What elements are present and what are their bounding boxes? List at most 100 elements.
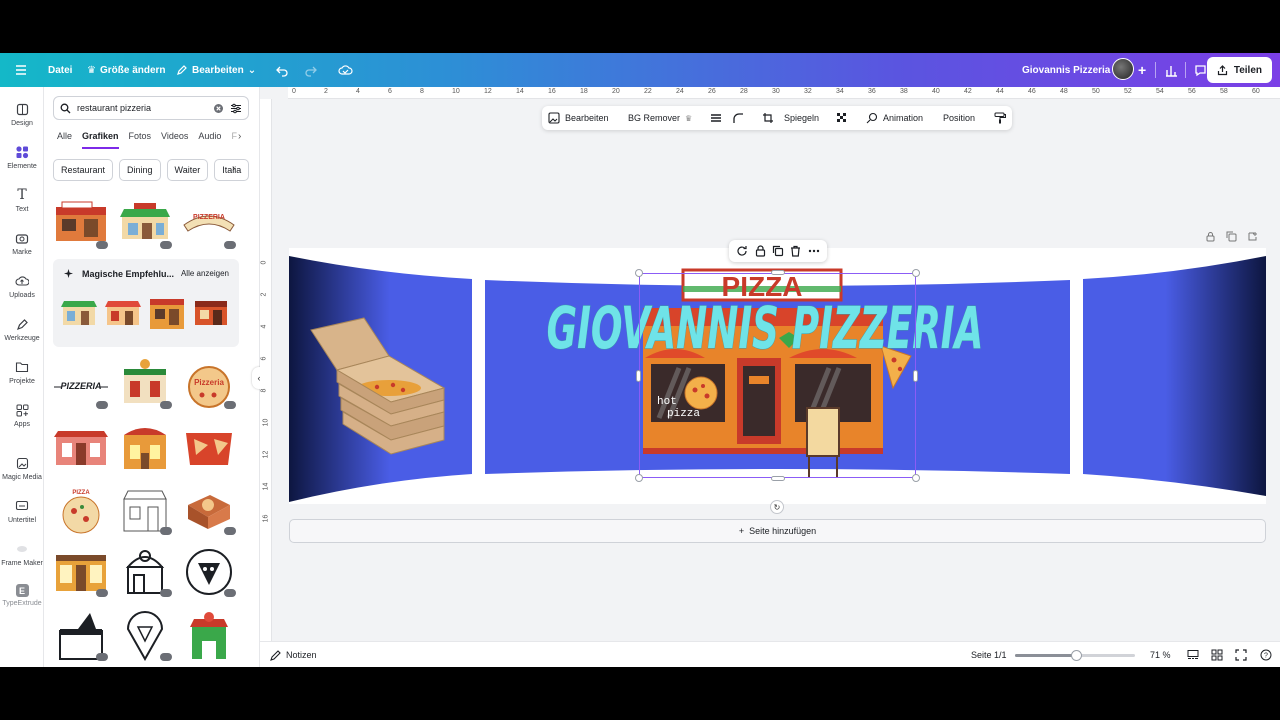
- tab-all[interactable]: Alle: [57, 131, 72, 149]
- tab-photos[interactable]: Fotos: [129, 131, 152, 149]
- graphic-thumbnail[interactable]: [116, 423, 174, 473]
- rail-item-tools[interactable]: Werkzeuge: [0, 316, 44, 342]
- edit-mode-button[interactable]: Bearbeiten ⌄: [176, 53, 256, 87]
- rail-item-frame-maker[interactable]: Frame Maker: [0, 541, 44, 567]
- avatar[interactable]: [1112, 58, 1134, 80]
- show-all-link[interactable]: Alle anzeigen: [181, 269, 229, 278]
- cloud-save-icon[interactable]: [338, 53, 353, 87]
- resize-handle[interactable]: [913, 370, 918, 382]
- chevron-right-icon[interactable]: ›: [232, 163, 235, 174]
- graphic-thumbnail[interactable]: [116, 199, 174, 249]
- notes-button[interactable]: Notizen: [270, 642, 317, 667]
- copy-style-button[interactable]: [994, 106, 1006, 130]
- trash-icon[interactable]: [790, 245, 801, 257]
- flip-button[interactable]: Spiegeln: [784, 106, 819, 130]
- chip-waiter[interactable]: Waiter: [166, 159, 209, 181]
- lock-icon[interactable]: [755, 245, 766, 257]
- design-canvas[interactable]: PIZZA hot pizza GIOVANNIS PIZZERIA: [289, 248, 1266, 504]
- resize-handle[interactable]: [771, 270, 785, 275]
- add-page-button[interactable]: + Seite hinzufügen: [289, 519, 1266, 543]
- zoom-slider-knob[interactable]: [1070, 650, 1082, 661]
- graphic-thumbnail[interactable]: [147, 293, 187, 333]
- rail-item-design[interactable]: Design: [0, 101, 44, 127]
- filter-icon[interactable]: [230, 103, 242, 114]
- duplicate-page-icon[interactable]: [1226, 231, 1237, 242]
- graphic-thumbnail[interactable]: [116, 547, 174, 597]
- chip-dining[interactable]: Dining: [119, 159, 161, 181]
- page-indicator[interactable]: Seite 1/1: [971, 642, 1007, 667]
- transparency-button[interactable]: [836, 106, 848, 130]
- file-menu[interactable]: Datei: [48, 53, 72, 87]
- graphic-thumbnail[interactable]: Pizzeria: [180, 359, 238, 409]
- graphic-thumbnail[interactable]: [180, 485, 238, 535]
- insights-icon[interactable]: [1165, 53, 1178, 87]
- clear-icon[interactable]: [213, 103, 224, 114]
- animation-button[interactable]: Animation: [866, 106, 923, 130]
- resize-handle[interactable]: [635, 269, 643, 277]
- rail-item-uploads[interactable]: Uploads: [0, 273, 44, 299]
- graphic-thumbnail[interactable]: [116, 359, 174, 409]
- more-icon[interactable]: [808, 245, 820, 257]
- zoom-slider[interactable]: [1015, 650, 1135, 661]
- tab-more[interactable]: F: [231, 131, 237, 149]
- resize-handle[interactable]: [912, 474, 920, 482]
- help-button[interactable]: ?: [1260, 642, 1272, 667]
- redo-button[interactable]: [304, 53, 317, 87]
- add-collaborator-icon[interactable]: +: [1138, 53, 1146, 87]
- edit-image-button[interactable]: Bearbeiten: [548, 106, 609, 130]
- rail-item-apps[interactable]: Apps: [0, 402, 44, 428]
- crop-button[interactable]: [762, 106, 774, 130]
- graphic-thumbnail[interactable]: [180, 423, 238, 473]
- grid-view-button[interactable]: [1211, 642, 1223, 667]
- share-button[interactable]: Teilen: [1206, 57, 1272, 83]
- duplicate-icon[interactable]: [772, 245, 784, 257]
- rail-item-text[interactable]: T Text: [0, 187, 44, 213]
- tab-audio[interactable]: Audio: [198, 131, 221, 149]
- graphic-thumbnail[interactable]: [52, 423, 110, 473]
- tab-videos[interactable]: Videos: [161, 131, 188, 149]
- resize-handle[interactable]: [636, 370, 641, 382]
- corner-rounding-button[interactable]: [732, 106, 744, 130]
- chip-restaurant[interactable]: Restaurant: [53, 159, 114, 181]
- position-button[interactable]: Position: [943, 106, 975, 130]
- menu-icon[interactable]: [14, 53, 28, 87]
- resize-handle[interactable]: [635, 474, 643, 482]
- rail-item-typeextrude[interactable]: E TypeExtrude: [0, 584, 44, 607]
- resize-handle[interactable]: [771, 476, 785, 481]
- pages-view-button[interactable]: [1187, 642, 1199, 667]
- rail-item-subtitles[interactable]: Untertitel: [0, 498, 44, 524]
- graphic-thumbnail[interactable]: [116, 485, 174, 535]
- graphic-thumbnail[interactable]: [116, 611, 174, 662]
- bg-remover-button[interactable]: BG Remover ♛: [628, 106, 692, 130]
- rail-item-elements[interactable]: Elemente: [0, 144, 44, 170]
- lock-icon[interactable]: [1205, 231, 1216, 242]
- graphic-thumbnail[interactable]: [52, 199, 110, 249]
- graphic-thumbnail[interactable]: PIZZERIA: [52, 359, 110, 409]
- zoom-level[interactable]: 71 %: [1150, 642, 1171, 667]
- graphic-thumbnail[interactable]: [191, 293, 231, 333]
- add-page-icon[interactable]: [1247, 231, 1258, 242]
- project-title[interactable]: Giovannis Pizzeria: [1022, 53, 1110, 87]
- tab-graphics[interactable]: Grafiken: [82, 131, 119, 149]
- graphic-thumbnail[interactable]: [103, 293, 143, 333]
- graphic-thumbnail[interactable]: [180, 611, 238, 661]
- undo-button[interactable]: [276, 53, 289, 87]
- search-input[interactable]: restaurant pizzeria: [77, 103, 207, 113]
- graphic-thumbnail[interactable]: [52, 547, 110, 597]
- graphic-thumbnail[interactable]: PIZZA: [52, 485, 110, 535]
- graphic-thumbnail[interactable]: [180, 547, 238, 597]
- border-style-button[interactable]: [710, 106, 722, 130]
- graphic-thumbnail[interactable]: [59, 293, 99, 333]
- rail-item-magic-media[interactable]: Magic Media: [0, 455, 44, 481]
- rail-item-brand[interactable]: Marke: [0, 230, 44, 256]
- chevron-right-icon[interactable]: ›: [238, 131, 241, 142]
- refresh-icon[interactable]: [736, 245, 748, 257]
- rotate-handle[interactable]: ↻: [770, 500, 784, 514]
- rail-item-projects[interactable]: Projekte: [0, 359, 44, 385]
- resize-handle[interactable]: [912, 269, 920, 277]
- fullscreen-button[interactable]: [1235, 642, 1247, 667]
- graphic-thumbnail[interactable]: [52, 611, 110, 661]
- comment-icon[interactable]: [1194, 53, 1207, 87]
- graphic-thumbnail[interactable]: PIZZERIA: [180, 199, 238, 249]
- resize-button[interactable]: ♛ Größe ändern: [87, 53, 166, 87]
